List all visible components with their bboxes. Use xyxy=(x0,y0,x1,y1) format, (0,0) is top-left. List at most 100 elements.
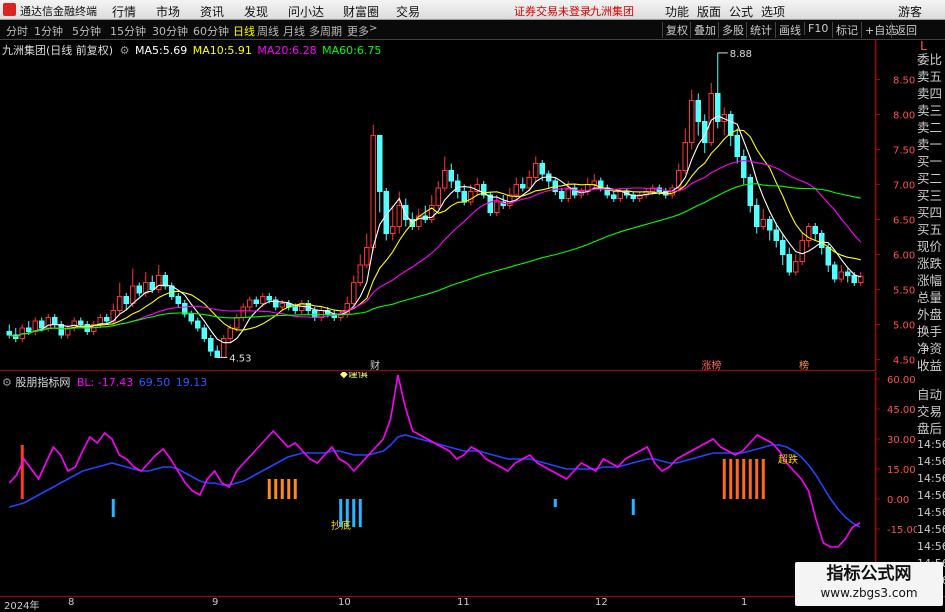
main-chart-legend: 九洲集团(日线 前复权) ⚙ MA5:5.69 MA10:5.91 MA20:6… xyxy=(2,42,381,58)
main-chart-panel[interactable]: 8.88 4.53 财 涨榜 榜 九洲集团(日线 前复权) ⚙ MA5:5.69 MA1… xyxy=(0,40,876,372)
period-day[interactable]: 日线 xyxy=(233,23,255,39)
indicator-gear-icon[interactable]: ⚙ xyxy=(2,376,12,389)
price-tick-label: 8.50 xyxy=(893,76,915,87)
candle-body xyxy=(461,191,467,203)
candle-body xyxy=(611,194,617,199)
guest-button[interactable]: 游客 xyxy=(898,3,922,20)
signal-bar-orange xyxy=(735,459,739,499)
menu-wenxiaoda[interactable]: 问小达 xyxy=(288,3,324,20)
period-fenshi[interactable]: 分时 xyxy=(6,23,28,39)
menu-gongneng[interactable]: 功能 xyxy=(665,3,689,20)
signal-bar-orange xyxy=(280,479,284,499)
tool-tongji[interactable]: 统计 xyxy=(746,22,772,38)
period-60min[interactable]: 60分钟 xyxy=(193,23,229,39)
menu-gongshi[interactable]: 公式 xyxy=(729,3,753,20)
tool-fuquan[interactable]: 复权 xyxy=(662,22,688,38)
indicator-panel[interactable]: ◆谨慎 超跌 抄底 ⚙ 股朋指标网 BL: -17.43 69.50 19.13 xyxy=(0,367,876,596)
watermark-line1: 指标公式网 xyxy=(826,564,912,584)
indicator-tick-label: 45.00 xyxy=(887,405,916,416)
ma10-label: MA10: xyxy=(192,44,228,57)
indicator-tick-label: 60.00 xyxy=(887,375,916,386)
candle-body xyxy=(513,184,519,196)
settings-gear-icon[interactable]: ⚙ xyxy=(120,44,130,57)
candle-body xyxy=(136,285,142,294)
period-month[interactable]: 月线 xyxy=(283,23,305,39)
signal-bar-orange xyxy=(742,459,746,499)
event-label[interactable]: 榜 xyxy=(799,359,809,372)
candle-body xyxy=(149,282,155,290)
event-label[interactable]: 财 xyxy=(370,359,380,372)
menu-caifuquan[interactable]: 财富圈 xyxy=(343,3,379,20)
event-label[interactable]: 涨榜 xyxy=(702,359,722,372)
candle-body xyxy=(838,271,844,280)
signal-bar-orange xyxy=(761,459,765,499)
signal-bar-orange xyxy=(722,459,726,499)
tool-diejia[interactable]: 叠加 xyxy=(690,22,716,38)
candle-body xyxy=(695,100,701,122)
indicator-value-y: 19.13 xyxy=(175,376,208,389)
menu-shichang[interactable]: 市场 xyxy=(156,3,180,20)
candle-body xyxy=(851,275,857,283)
trade-time: 14:56 xyxy=(917,506,945,519)
period-5min[interactable]: 5分钟 xyxy=(72,23,101,39)
menu-zixun[interactable]: 资讯 xyxy=(200,3,224,20)
candle-body xyxy=(6,331,12,336)
ma60-label: MA60: xyxy=(322,44,357,57)
menubar-stock-name: 九洲集团 xyxy=(590,5,634,18)
menu-xuanxiang[interactable]: 选项 xyxy=(761,3,785,20)
candle-body xyxy=(767,219,773,231)
trade-time: 14:56 xyxy=(917,472,945,485)
tool-duogu[interactable]: 多股 xyxy=(718,22,744,38)
period-toolbar: 分时 1分钟 5分钟 15分钟 30分钟 60分钟 日线 周线 月线 多周期 更… xyxy=(0,20,945,40)
date-label-11: 11 xyxy=(457,597,470,608)
menu-faxian[interactable]: 发现 xyxy=(244,3,268,20)
candle-body xyxy=(266,296,272,301)
date-label-12: 12 xyxy=(595,597,608,608)
tool-huaxian[interactable]: 画线 xyxy=(775,22,801,38)
candle-body xyxy=(741,156,747,178)
period-more[interactable]: 更多 xyxy=(347,23,369,39)
candle-body xyxy=(247,299,253,308)
signal-bar-orange xyxy=(274,479,278,499)
tool-biaoji[interactable]: 标记 xyxy=(832,22,858,38)
candle-body xyxy=(591,180,597,185)
candle-body xyxy=(377,135,383,192)
high-label: 8.88 xyxy=(730,49,752,60)
chart-title: 九洲集团(日线 前复权) xyxy=(2,44,114,57)
period-1min[interactable]: 1分钟 xyxy=(34,23,63,39)
period-multi[interactable]: 多周期 xyxy=(309,23,342,39)
indicator-chart[interactable]: ◆谨慎超跌抄底 xyxy=(0,367,876,596)
signal-caution: ◆谨慎 xyxy=(340,372,368,380)
candle-body xyxy=(78,320,84,325)
watermark: 指标公式网 www.zbgs3.com xyxy=(795,562,943,606)
trade-panel-label[interactable]: 盘后 xyxy=(917,418,942,437)
menu-banmian[interactable]: 版面 xyxy=(697,3,721,20)
date-label-2024: 2024年 xyxy=(4,601,40,612)
signal-bar-blue xyxy=(352,499,356,527)
period-week[interactable]: 周线 xyxy=(257,23,279,39)
tool-back[interactable]: 返回 xyxy=(891,22,917,38)
trade-time: 14:56 xyxy=(917,489,945,502)
menu-jiaoyi[interactable]: 交易 xyxy=(396,3,420,20)
indicator-tick-label: 30.00 xyxy=(887,435,916,446)
kline-chart[interactable]: 8.88 4.53 财 涨榜 榜 xyxy=(0,40,876,372)
candle-body xyxy=(351,282,357,304)
candle-body xyxy=(494,201,500,213)
candle-body xyxy=(227,327,233,339)
period-15min[interactable]: 15分钟 xyxy=(110,23,146,39)
quote-panel: L 委比 卖五 卖四 卖三 卖二 卖一 买一 买二 买三 买四 买五 现价 涨跌 涨幅 总量 外盘 换手 净资 收益 xyxy=(917,38,945,373)
candle-body xyxy=(832,264,838,280)
candle-body xyxy=(292,306,298,311)
menu-hangqing[interactable]: 行情 xyxy=(112,3,136,20)
price-tick-label: 7.00 xyxy=(893,181,915,192)
candle-body xyxy=(780,240,786,255)
candle-body xyxy=(357,264,363,283)
indicator-tick-label: -15.00 xyxy=(887,525,917,536)
tool-f10[interactable]: F10 xyxy=(804,22,828,35)
login-warning[interactable]: 证券交易未登录 xyxy=(514,3,591,19)
app-logo-icon xyxy=(3,3,16,16)
signal-bar-blue xyxy=(358,499,362,527)
candle-body xyxy=(520,184,526,189)
period-30min[interactable]: 30分钟 xyxy=(152,23,188,39)
candle-body xyxy=(123,296,129,304)
